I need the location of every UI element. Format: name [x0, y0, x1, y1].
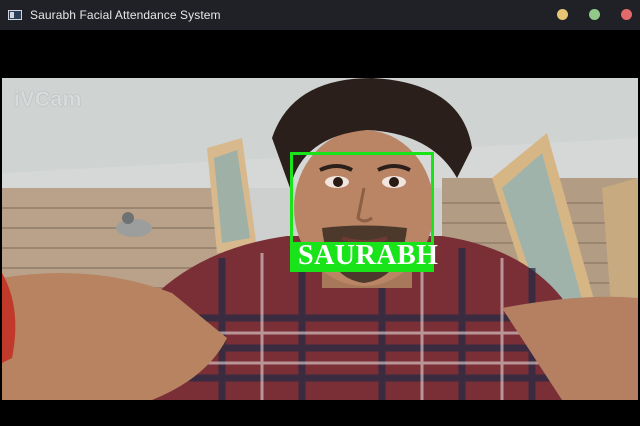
window-title: Saurabh Facial Attendance System: [30, 8, 221, 22]
camera-feed: iVCam SAURABH: [2, 78, 638, 400]
title-bar[interactable]: Saurabh Facial Attendance System: [0, 0, 640, 30]
window-controls: [557, 9, 632, 20]
maximize-button[interactable]: [589, 9, 600, 20]
app-window: Saurabh Facial Attendance System iVCam S…: [0, 0, 640, 426]
iVCam-watermark: iVCam: [14, 88, 82, 111]
video-frame: iVCam SAURABH: [0, 30, 640, 426]
close-button[interactable]: [621, 9, 632, 20]
recognized-name-label: SAURABH: [298, 240, 439, 271]
app-icon: [8, 10, 22, 20]
minimize-button[interactable]: [557, 9, 568, 20]
